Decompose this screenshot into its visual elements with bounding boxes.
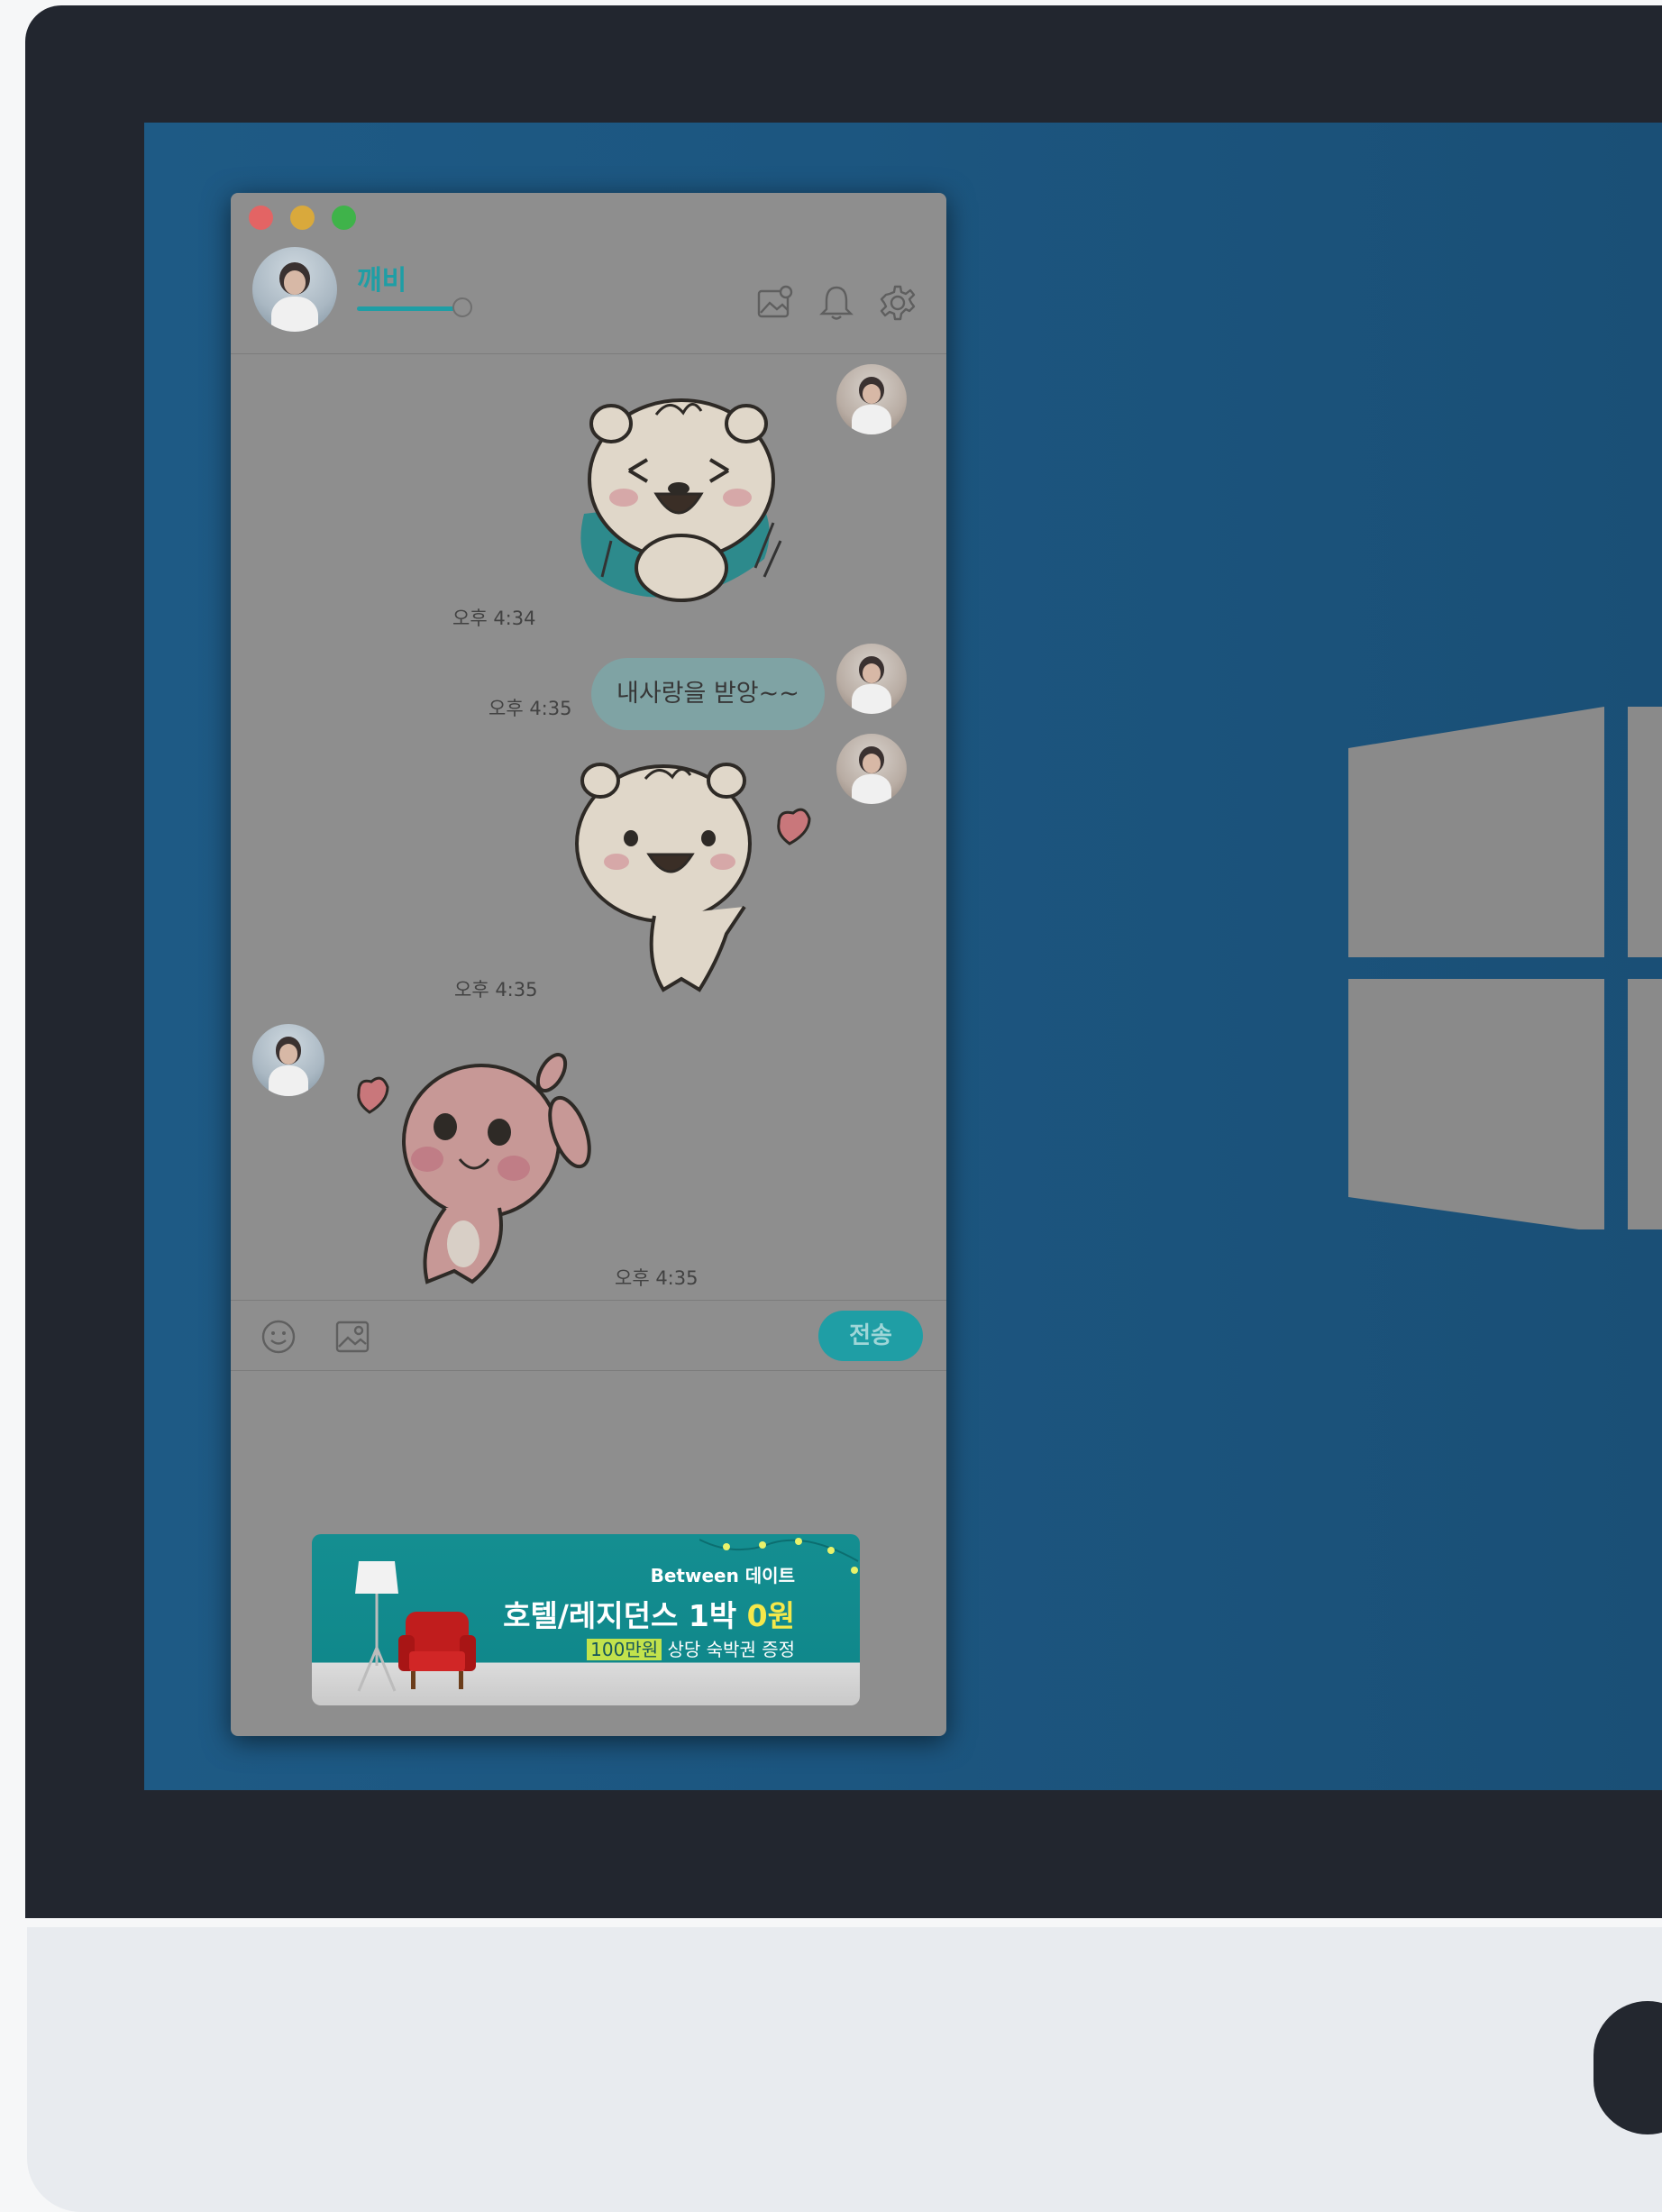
floor-lamp-image: [355, 1561, 398, 1692]
maximize-window-button[interactable]: [332, 206, 356, 230]
sender-avatar[interactable]: [836, 364, 907, 434]
sticker-bear-wink[interactable]: [566, 388, 791, 604]
ad-title: 호텔/레지던스 1박 0원: [503, 1598, 795, 1633]
gear-icon[interactable]: [878, 283, 918, 323]
status-bar-knob[interactable]: [452, 297, 472, 317]
armchair-image: [398, 1612, 476, 1689]
chat-window: 깨비 오후 4:34 내사랑을 받앙~~ 오후 4:35 오후 4:35 오후 …: [231, 193, 946, 1736]
send-button[interactable]: 전송: [818, 1311, 923, 1361]
close-window-button[interactable]: [249, 206, 273, 230]
header-divider: [231, 353, 946, 354]
sticker-bear-heart[interactable]: [573, 754, 826, 997]
ad-brand: Between 데이트: [650, 1565, 795, 1586]
contact-avatar[interactable]: [252, 247, 337, 332]
contact-name: 깨비: [357, 265, 407, 297]
message-timestamp: 오후 4:35: [489, 698, 572, 719]
message-timestamp: 오후 4:35: [615, 1267, 699, 1289]
monitor-chin: [27, 1927, 1662, 2212]
message-timestamp: 오후 4:34: [452, 608, 536, 629]
message-timestamp: 오후 4:35: [454, 979, 538, 1001]
emoji-icon[interactable]: [260, 1318, 297, 1356]
input-divider: [231, 1300, 946, 1301]
input-divider: [231, 1370, 946, 1371]
sender-avatar[interactable]: [836, 734, 907, 804]
ad-banner[interactable]: Between 데이트 호텔/레지던스 1박 0원 100만원 상당 숙박권 증…: [312, 1534, 860, 1705]
image-icon[interactable]: [333, 1318, 371, 1356]
sender-avatar[interactable]: [836, 644, 907, 714]
contact-avatar[interactable]: [252, 1024, 324, 1096]
message-bubble[interactable]: 내사랑을 받앙~~: [591, 658, 825, 730]
windows-logo-icon: [1348, 707, 1662, 1229]
minimize-window-button[interactable]: [290, 206, 315, 230]
bell-icon[interactable]: [817, 283, 856, 323]
message-input[interactable]: [231, 1372, 946, 1516]
status-bar: [357, 306, 456, 311]
gallery-icon[interactable]: [755, 283, 795, 323]
ad-subtitle: 100만원 상당 숙박권 증정: [587, 1635, 795, 1661]
sticker-seal-heart[interactable]: [337, 1046, 598, 1289]
